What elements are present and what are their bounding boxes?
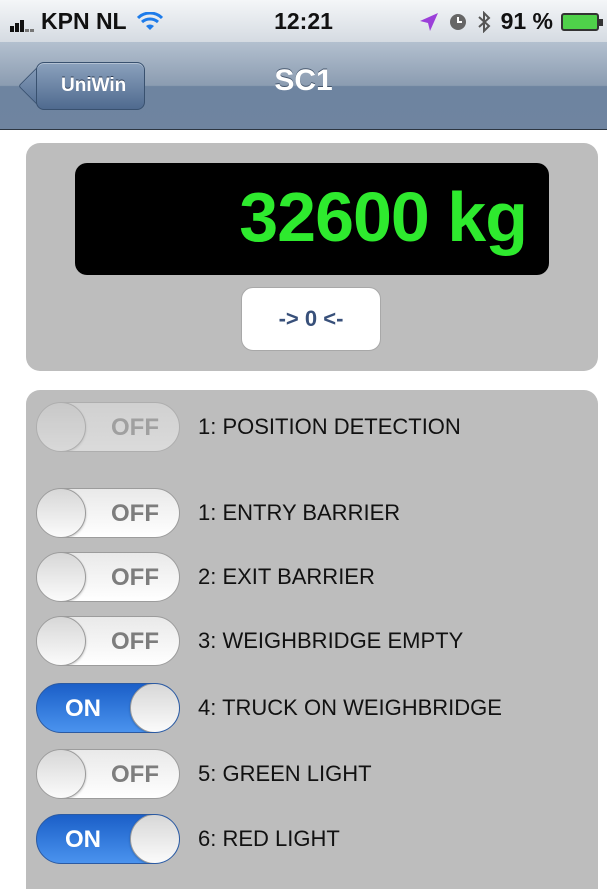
signal-row-red-light: ON 6: RED LIGHT bbox=[36, 814, 596, 864]
weighbridge-empty-switch[interactable]: OFF bbox=[36, 616, 180, 666]
signal-row-exit-barrier: OFF 2: EXIT BARRIER bbox=[36, 552, 596, 602]
truck-on-weighbridge-switch[interactable]: ON bbox=[36, 683, 180, 733]
switch-state-label: OFF bbox=[111, 500, 159, 527]
signal-label: 1: ENTRY BARRIER bbox=[198, 500, 401, 525]
entry-barrier-switch[interactable]: OFF bbox=[36, 488, 180, 538]
signal-row-truck-on-weighbridge: ON 4: TRUCK ON WEIGHBRIDGE bbox=[36, 683, 596, 733]
position-detection-switch: OFF bbox=[36, 402, 180, 452]
alarm-clock-icon bbox=[449, 13, 466, 30]
switch-knob bbox=[37, 553, 86, 601]
green-light-switch[interactable]: OFF bbox=[36, 749, 180, 799]
navigation-bar: UniWin SC1 bbox=[0, 42, 607, 130]
switch-state-label: ON bbox=[65, 826, 101, 853]
back-button[interactable]: UniWin bbox=[36, 62, 146, 110]
red-light-switch[interactable]: ON bbox=[36, 814, 180, 864]
switch-knob bbox=[37, 403, 86, 451]
switch-knob bbox=[37, 489, 86, 537]
signal-label: 3: WEIGHBRIDGE EMPTY bbox=[198, 628, 464, 653]
battery-charging-icon bbox=[561, 12, 603, 31]
signal-label: 5: GREEN LIGHT bbox=[198, 761, 372, 786]
exit-barrier-switch[interactable]: OFF bbox=[36, 552, 180, 602]
signal-label: 4: TRUCK ON WEIGHBRIDGE bbox=[198, 695, 502, 720]
location-arrow-icon bbox=[419, 12, 438, 31]
switch-state-label: OFF bbox=[111, 628, 159, 655]
switch-knob bbox=[37, 617, 86, 665]
signal-label: 1: POSITION DETECTION bbox=[198, 414, 461, 439]
app-screen: KPN NL 12:21 91 % UniWin SC1 32600 kg ->… bbox=[0, 0, 607, 889]
back-button-label: UniWin bbox=[61, 75, 127, 96]
switch-state-label: OFF bbox=[111, 564, 159, 591]
signal-row-green-light: OFF 5: GREEN LIGHT bbox=[36, 749, 596, 799]
signal-label: 6: RED LIGHT bbox=[198, 826, 340, 851]
signal-row-weighbridge-empty: OFF 3: WEIGHBRIDGE EMPTY bbox=[36, 616, 596, 666]
status-bar: KPN NL 12:21 91 % bbox=[0, 0, 607, 42]
signal-row-entry-barrier: OFF 1: ENTRY BARRIER bbox=[36, 488, 596, 538]
weight-display: 32600 kg bbox=[75, 163, 549, 275]
zero-button[interactable]: -> 0 <- bbox=[241, 287, 381, 351]
switch-knob bbox=[37, 750, 86, 798]
switch-state-label: OFF bbox=[111, 761, 159, 788]
status-right: 91 % bbox=[419, 8, 603, 35]
switch-state-label: OFF bbox=[111, 414, 159, 441]
signals-panel: OFF 1: POSITION DETECTION OFF 1: ENTRY B… bbox=[26, 390, 598, 889]
scale-panel: 32600 kg -> 0 <- bbox=[26, 143, 598, 371]
signal-row-position-detection: OFF 1: POSITION DETECTION bbox=[36, 402, 596, 452]
battery-percent: 91 % bbox=[500, 8, 553, 34]
switch-state-label: ON bbox=[65, 695, 101, 722]
switch-knob bbox=[130, 684, 179, 732]
bluetooth-icon bbox=[477, 10, 491, 33]
signal-label: 2: EXIT BARRIER bbox=[198, 564, 375, 589]
switch-knob bbox=[130, 815, 179, 863]
